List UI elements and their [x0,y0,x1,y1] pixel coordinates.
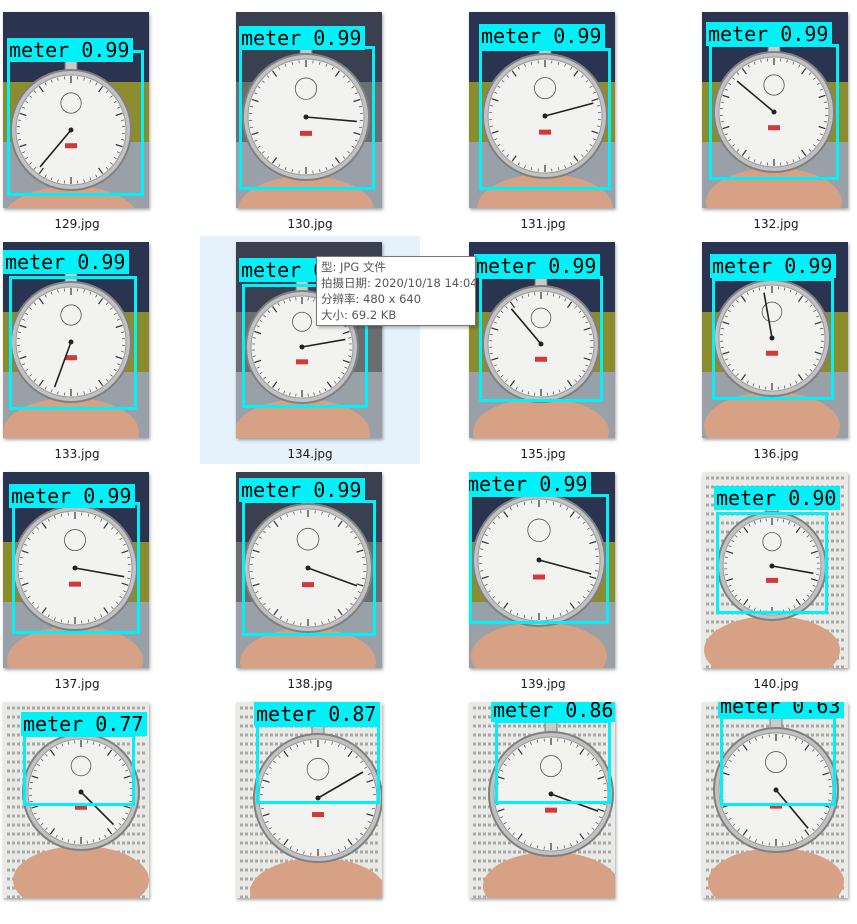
thumbnail-image[interactable]: meter 0.99 [3,472,149,668]
thumbnail-image[interactable]: meter 0.77 [3,702,149,898]
detection-label: meter 0.99 [469,472,591,496]
detection-box [256,724,380,804]
detection-label: meter 0.99 [9,484,135,508]
file-tile[interactable]: meter 0.99 136.jpg [666,236,857,464]
file-tile[interactable]: meter 0.90 140.jpg [666,466,857,694]
file-name: 137.jpg [0,677,187,691]
detection-box [709,44,839,180]
thumbnail-image[interactable]: meter 0.99 [469,472,615,668]
file-tile[interactable]: meter 0.99 132.jpg [666,6,857,234]
tooltip-resolution: 分辨率: 480 x 640 [321,291,471,307]
file-tile[interactable]: meter 0.77 [0,696,187,924]
detection-label: meter 0.99 [7,38,133,62]
thumbnail-image[interactable]: meter 0.86 [469,702,615,898]
detection-box [7,50,144,196]
file-name: 132.jpg [666,217,857,231]
detection-label: meter 0.99 [710,254,836,278]
file-name: 131.jpg [433,217,653,231]
file-name: 138.jpg [200,677,420,691]
file-tile[interactable]: meter 0.99 129.jpg [0,6,187,234]
detection-box [479,276,603,402]
detection-label: meter 0.90 [714,486,840,510]
detection-box [12,502,140,634]
detection-box [479,48,611,190]
file-tile[interactable]: meter 0.86 [433,696,653,924]
file-name: 133.jpg [0,447,187,461]
tooltip-size: 大小: 69.2 KB [321,307,471,323]
detection-label: meter 0.99 [479,24,605,48]
detection-box [495,720,611,804]
file-tile[interactable]: meter 0.99 133.jpg [0,236,187,464]
file-name: 135.jpg [433,447,653,461]
thumbnail-image[interactable]: meter 0.90 [702,472,848,668]
detection-box [469,494,609,624]
thumbnail-image[interactable]: meter 0.99 [702,242,848,438]
detection-box [239,46,375,190]
file-tile[interactable]: meter 0.99 137.jpg [0,466,187,694]
thumbnail-image[interactable]: meter 0.63 [702,702,848,898]
tooltip-date: 拍摄日期: 2020/10/18 14:04 [321,275,471,291]
file-tile[interactable]: meter 0.99 138.jpg [200,466,420,694]
thumbnail-image[interactable]: meter 0.99 [702,12,848,208]
file-name: 129.jpg [0,217,187,231]
thumbnail-image[interactable]: meter 0.99 [236,12,382,208]
detection-label: meter 0.99 [474,254,600,278]
file-name: 140.jpg [666,677,857,691]
thumbnail-image[interactable]: meter 0.99 [3,242,149,438]
thumbnail-image[interactable]: meter 0.99 [469,12,615,208]
file-tile[interactable]: meter 0.63 [666,696,857,924]
file-name: 139.jpg [433,677,653,691]
detection-box [720,716,836,806]
detection-label: meter 0.86 [491,702,615,722]
detection-label: meter 0.77 [21,712,147,736]
file-name: 130.jpg [200,217,420,231]
thumbnail-image[interactable]: meter 0.87 [236,702,382,898]
detection-box [242,500,376,636]
file-tile[interactable]: meter 0.87 [200,696,420,924]
detection-box [712,278,834,400]
detection-box [9,276,137,410]
thumbnail-image[interactable]: meter 0.99 [469,242,615,438]
file-name: 136.jpg [666,447,857,461]
detection-box [716,512,828,614]
file-info-tooltip: 型: JPG 文件 拍摄日期: 2020/10/18 14:04 分辨率: 48… [316,256,476,326]
file-name: 134.jpg [200,447,420,461]
tooltip-type: 型: JPG 文件 [321,259,471,275]
detection-label: meter 0.87 [254,702,380,726]
detection-label: meter 0.63 [718,702,844,718]
file-tile[interactable]: meter 0.99 130.jpg [200,6,420,234]
file-tile[interactable]: meter 0.99 139.jpg [433,466,653,694]
file-tile[interactable]: meter 0.99 131.jpg [433,6,653,234]
detection-label: meter 0.99 [706,22,832,46]
thumbnail-image[interactable]: meter 0.99 [236,472,382,668]
detection-box [23,734,135,806]
detection-label: meter 0.99 [3,250,129,274]
detection-label: meter 0.99 [239,478,365,502]
detection-label: meter 0.99 [239,26,365,50]
thumbnail-image[interactable]: meter 0.99 [3,12,149,208]
